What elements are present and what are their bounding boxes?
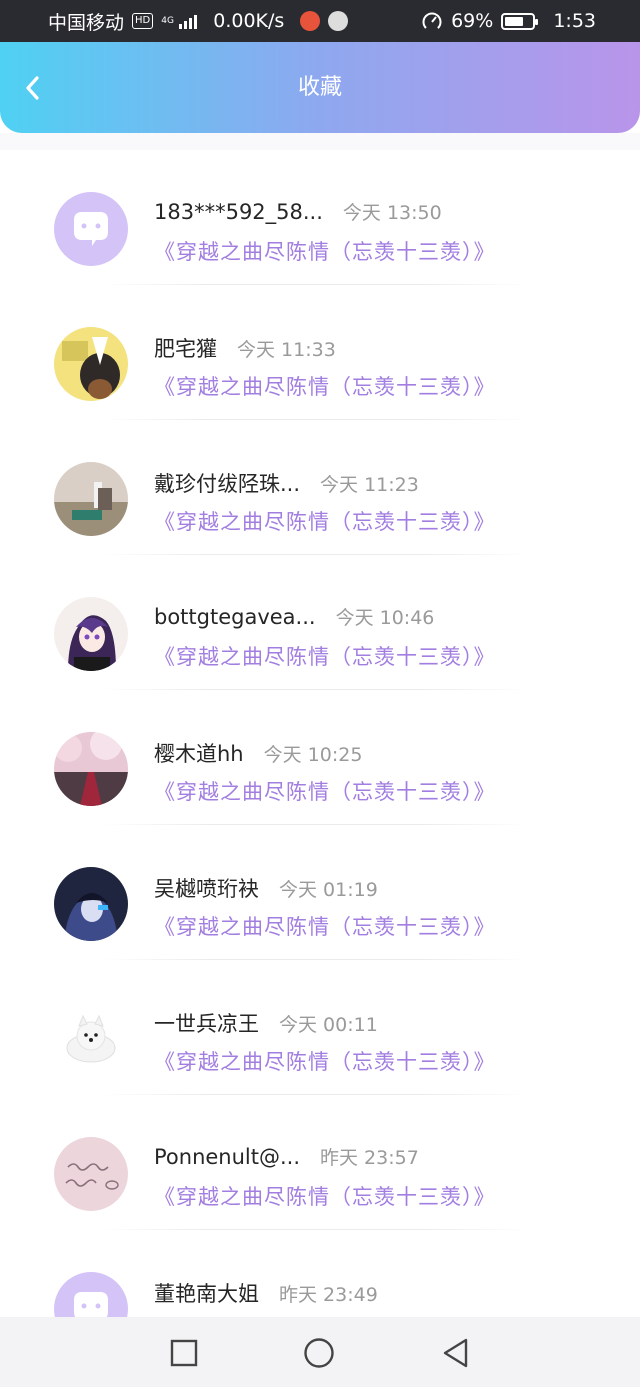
avatar[interactable] xyxy=(54,597,128,671)
item-meta: bottgtegavea... 今天 10:46 xyxy=(154,603,434,630)
chevron-left-icon xyxy=(26,76,39,100)
system-nav-bar xyxy=(0,1317,640,1387)
back-button[interactable] xyxy=(18,70,48,106)
timestamp: 今天 10:46 xyxy=(335,607,435,629)
battery-icon xyxy=(501,12,539,30)
book-title-link[interactable]: 《穿越之曲尽陈情（忘羡十三羡）》 xyxy=(154,371,496,401)
user-name[interactable]: 肥宅獾 xyxy=(154,333,217,363)
circle-icon xyxy=(304,1338,334,1368)
clock: 1:53 xyxy=(553,10,596,32)
item-meta: 樱木道hh 今天 10:25 xyxy=(154,738,362,768)
user-name[interactable]: 樱木道hh xyxy=(154,738,244,768)
list-item[interactable]: 戴珍付绂陉珠... 今天 11:23 《穿越之曲尽陈情（忘羡十三羡）》 xyxy=(0,420,640,555)
carrier-label: 中国移动 xyxy=(48,11,125,34)
browser-icon xyxy=(328,11,349,31)
user-name[interactable]: Ponnenult@... xyxy=(154,1145,300,1169)
list-item[interactable]: 一世兵凉王 今天 00:11 《穿越之曲尽陈情（忘羡十三羡）》 xyxy=(0,960,640,1095)
user-name[interactable]: 一世兵凉王 xyxy=(154,1008,259,1038)
avatar[interactable] xyxy=(54,462,128,536)
user-name[interactable]: 董艳南大姐 xyxy=(154,1278,259,1308)
book-title-link[interactable]: 《穿越之曲尽陈情（忘羡十三羡）》 xyxy=(154,236,496,266)
hd-badge: HD xyxy=(132,13,154,29)
page-title: 收藏 xyxy=(297,75,342,100)
user-name[interactable]: 183***592_58... xyxy=(154,200,323,224)
avatar[interactable] xyxy=(54,327,128,401)
avatar[interactable] xyxy=(54,1272,128,1317)
status-bar: 中国移动 HD 4G 0.00K/s 69% 1:53 xyxy=(0,0,640,42)
header: 收藏 xyxy=(0,42,640,133)
user-name[interactable]: 戴珍付绂陉珠... xyxy=(154,468,300,498)
user-name[interactable]: 吴樾喷珩袂 xyxy=(154,873,259,903)
timestamp: 今天 01:19 xyxy=(279,879,378,901)
list-item[interactable]: 吴樾喷珩袂 今天 01:19 《穿越之曲尽陈情（忘羡十三羡）》 xyxy=(0,825,640,960)
avatar[interactable] xyxy=(54,867,128,941)
book-title-link[interactable]: 《穿越之曲尽陈情（忘羡十三羡）》 xyxy=(154,506,496,536)
list-item[interactable]: 董艳南大姐昨天 23:49《穿越之曲尽陈情（忘羡十三羡）》 xyxy=(0,1230,640,1317)
favorites-list: 183***592_58... 今天 13:50 《穿越之曲尽陈情（忘羡十三羡）》肥… xyxy=(0,150,640,1317)
item-meta: 一世兵凉王 今天 00:11 xyxy=(154,1008,378,1038)
nav-back-button[interactable] xyxy=(440,1337,472,1369)
timestamp: 昨天 23:49 xyxy=(279,1284,378,1306)
item-meta: 戴珍付绂陉珠... 今天 11:23 xyxy=(154,468,419,498)
timestamp: 今天 13:50 xyxy=(342,202,442,224)
status-left: 中国移动 HD 4G 0.00K/s xyxy=(48,8,349,35)
book-title-link[interactable]: 《穿越之曲尽陈情（忘羡十三羡）》 xyxy=(154,1046,496,1076)
item-meta: 肥宅獾 今天 11:33 xyxy=(154,333,336,363)
status-right: 69% 1:53 xyxy=(421,10,596,32)
book-title-link[interactable]: 《穿越之曲尽陈情（忘羡十三羡）》 xyxy=(154,1181,496,1211)
recent-apps-button[interactable] xyxy=(168,1337,200,1369)
net-speed: 0.00K/s xyxy=(213,10,285,32)
avatar[interactable] xyxy=(54,1137,128,1211)
item-meta: 董艳南大姐 昨天 23:49 xyxy=(154,1278,378,1308)
user-name[interactable]: bottgtegavea... xyxy=(154,605,316,629)
list-item[interactable]: 樱木道hh 今天 10:25 《穿越之曲尽陈情（忘羡十三羡）》 xyxy=(0,690,640,825)
weibo-icon xyxy=(300,11,321,31)
square-icon xyxy=(170,1339,198,1367)
avatar[interactable] xyxy=(54,1002,128,1076)
book-title-link[interactable]: 《穿越之曲尽陈情（忘羡十三羡）》 xyxy=(154,911,496,941)
timestamp: 今天 10:25 xyxy=(263,744,363,766)
home-button[interactable] xyxy=(303,1337,335,1369)
timestamp: 今天 11:23 xyxy=(320,474,419,496)
timestamp: 今天 00:11 xyxy=(279,1014,378,1036)
avatar[interactable] xyxy=(54,732,128,806)
speedometer-icon xyxy=(422,12,442,32)
item-meta: 吴樾喷珩袂 今天 01:19 xyxy=(154,873,378,903)
item-meta: Ponnenult@... 昨天 23:57 xyxy=(154,1143,419,1170)
list-item[interactable]: bottgtegavea... 今天 10:46 《穿越之曲尽陈情（忘羡十三羡）》 xyxy=(0,555,640,690)
list-item[interactable]: 183***592_58... 今天 13:50 《穿越之曲尽陈情（忘羡十三羡）》 xyxy=(0,150,640,285)
timestamp: 今天 11:33 xyxy=(237,339,336,361)
list-item[interactable]: 肥宅獾 今天 11:33 《穿越之曲尽陈情（忘羡十三羡）》 xyxy=(0,285,640,420)
signal-icon xyxy=(179,13,198,29)
network-label: 4G xyxy=(161,15,174,26)
battery-percent: 69% xyxy=(451,10,494,32)
book-title-link[interactable]: 《穿越之曲尽陈情（忘羡十三羡）》 xyxy=(154,641,496,671)
avatar[interactable] xyxy=(54,192,128,266)
item-meta: 183***592_58... 今天 13:50 xyxy=(154,198,442,225)
timestamp: 昨天 23:57 xyxy=(320,1147,419,1169)
book-title-link[interactable]: 《穿越之曲尽陈情（忘羡十三羡）》 xyxy=(154,776,496,806)
header-gap xyxy=(0,133,640,150)
list-item[interactable]: Ponnenult@... 昨天 23:57 《穿越之曲尽陈情（忘羡十三羡）》 xyxy=(0,1095,640,1230)
triangle-back-icon xyxy=(443,1338,468,1368)
